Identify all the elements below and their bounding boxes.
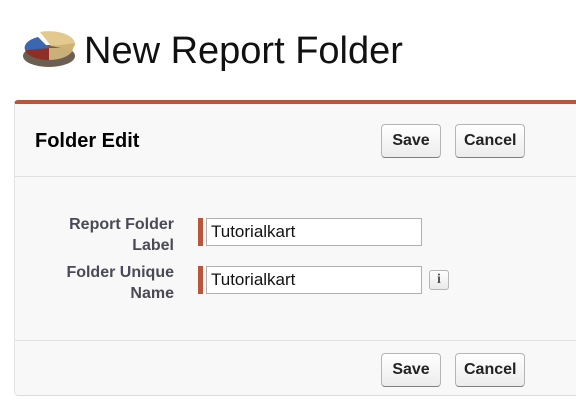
label-line-1: Report Folder — [69, 216, 174, 233]
folder-unique-name-input[interactable] — [206, 266, 422, 294]
folder-edit-panel: Folder Edit Save Cancel Report Folder La… — [14, 100, 576, 396]
required-indicator — [198, 266, 203, 294]
panel-title: Folder Edit — [35, 130, 140, 152]
cancel-button-bottom[interactable]: Cancel — [455, 353, 525, 387]
cancel-button-top[interactable]: Cancel — [455, 124, 525, 158]
label-line-2: Name — [130, 285, 174, 302]
report-folder-icon — [18, 26, 76, 70]
page-header: New Report Folder — [0, 0, 576, 98]
folder-unique-name-label: Folder Unique Name — [24, 262, 174, 304]
panel-header: Folder Edit Save Cancel — [15, 104, 576, 177]
page-title: New Report Folder — [84, 30, 403, 72]
label-line-2: Label — [132, 237, 174, 254]
save-button-top[interactable]: Save — [381, 124, 441, 158]
required-indicator — [198, 218, 203, 246]
label-line-1: Folder Unique — [66, 264, 174, 281]
info-icon[interactable]: i — [429, 270, 449, 290]
report-folder-label-input[interactable] — [206, 218, 422, 246]
panel-footer: Save Cancel — [15, 340, 576, 397]
report-folder-label-label: Report Folder Label — [24, 214, 174, 256]
form-row-report-folder-label: Report Folder Label — [15, 214, 576, 258]
form-row-folder-unique-name: Folder Unique Name i — [15, 262, 576, 306]
save-button-bottom[interactable]: Save — [381, 353, 441, 387]
